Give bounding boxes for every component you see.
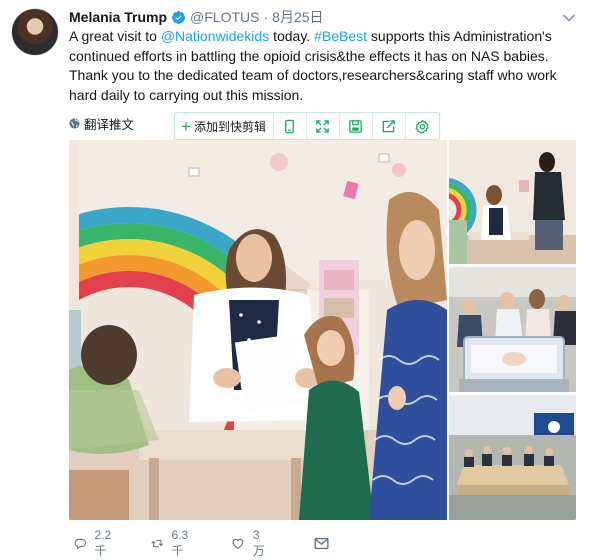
chevron-down-icon[interactable] (561, 10, 577, 26)
heart-icon (232, 538, 244, 549)
direct-message-button[interactable] (313, 535, 330, 552)
photo-grid (69, 140, 576, 520)
phone-icon (285, 119, 295, 133)
add-to-clip-button[interactable]: + 添加到快剪辑 (175, 113, 274, 139)
envelope-icon (314, 537, 329, 549)
photo-thumb-2[interactable] (449, 267, 576, 392)
translate-tweet-link[interactable]: 翻译推文 (69, 114, 134, 132)
like-count: 3万 (252, 527, 265, 558)
text-segment: today. (269, 28, 315, 44)
tweet-header: Melania Trump @FLOTUS · 8月25日 (69, 7, 324, 27)
save-icon (349, 119, 363, 133)
globe-icon (69, 117, 80, 129)
translate-label: 翻译推文 (84, 117, 135, 132)
display-name[interactable]: Melania Trump (69, 9, 167, 25)
share-button[interactable] (373, 113, 406, 139)
photo-thumb-3[interactable] (449, 395, 576, 520)
tweet: Melania Trump @FLOTUS · 8月25日 A great vi… (0, 0, 589, 560)
mention-link[interactable]: @Nationwidekids (161, 28, 269, 44)
hashtag-link[interactable]: #BeBest (314, 28, 367, 44)
verified-badge-icon (171, 10, 186, 25)
text-segment: A great visit to (69, 28, 161, 44)
expand-button[interactable] (307, 113, 340, 139)
separator-dot: · (263, 9, 269, 25)
reply-count: 2.2千 (94, 527, 112, 558)
handle[interactable]: @FLOTUS (190, 9, 259, 25)
timestamp[interactable]: 8月25日 (272, 7, 323, 27)
plus-icon: + (181, 116, 191, 136)
retweet-button[interactable]: 6.3千 (151, 528, 193, 559)
save-button[interactable] (340, 113, 373, 139)
like-button[interactable]: 3万 (231, 528, 268, 559)
avatar[interactable] (11, 8, 59, 56)
retweet-count: 6.3千 (171, 527, 189, 558)
clipper-toolbar: + 添加到快剪辑 (174, 112, 440, 140)
retweet-icon (151, 539, 164, 547)
settings-icon (415, 119, 429, 134)
add-to-clip-label: 添加到快剪辑 (193, 119, 266, 134)
settings-button[interactable] (406, 113, 439, 139)
tweet-text: A great visit to @Nationwidekids today. … (69, 27, 574, 105)
reply-button[interactable]: 2.2千 (74, 528, 116, 559)
reply-icon (74, 538, 86, 549)
phone-button[interactable] (274, 113, 307, 139)
photo-main[interactable] (69, 140, 447, 520)
share-icon (383, 119, 396, 132)
photo-thumb-1[interactable] (449, 140, 576, 264)
expand-icon (316, 119, 330, 133)
